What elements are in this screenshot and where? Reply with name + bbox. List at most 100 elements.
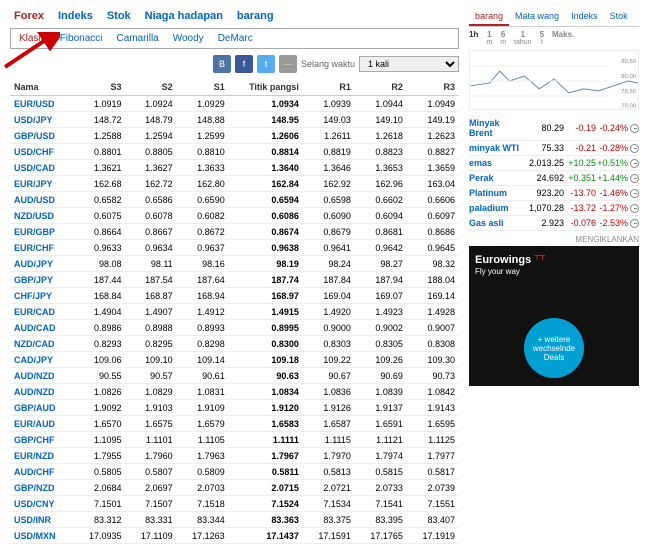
- pair-name[interactable]: AUD/NZD: [10, 368, 74, 384]
- instrument-pct: -0.24%: [596, 123, 628, 133]
- s2-cell: 17.1109: [126, 528, 177, 544]
- pair-name[interactable]: EUR/NZD: [10, 448, 74, 464]
- col-header[interactable]: R3: [407, 79, 459, 96]
- method-tab[interactable]: Fibonacci: [60, 33, 103, 44]
- pair-name[interactable]: USD/CAD: [10, 160, 74, 176]
- s2-cell: 162.72: [126, 176, 177, 192]
- share-vk-button[interactable]: B: [213, 55, 231, 73]
- method-tab[interactable]: DeMarc: [218, 33, 253, 44]
- s2-cell: 0.8667: [126, 224, 177, 240]
- col-header[interactable]: S1: [177, 79, 229, 96]
- timeframe-option[interactable]: Maks.: [552, 31, 574, 46]
- pair-name[interactable]: EUR/AUD: [10, 416, 74, 432]
- pair-name[interactable]: GBP/JPY: [10, 272, 74, 288]
- share-tw-button[interactable]: t: [257, 55, 275, 73]
- pair-name[interactable]: CHF/JPY: [10, 288, 74, 304]
- col-header[interactable]: R1: [303, 79, 355, 96]
- sidebar-tab[interactable]: Mata wang: [509, 8, 565, 26]
- instrument-row[interactable]: paladium 1,070.28 -13.72 -1.27%: [469, 201, 639, 216]
- pair-name[interactable]: EUR/CAD: [10, 304, 74, 320]
- method-tab[interactable]: Camarilla: [117, 33, 159, 44]
- asset-tab[interactable]: Forex: [14, 10, 44, 22]
- share-fb-button[interactable]: f: [235, 55, 253, 73]
- pair-name[interactable]: AUD/CAD: [10, 320, 74, 336]
- s2-cell: 83.331: [126, 512, 177, 528]
- r1-cell: 0.6598: [303, 192, 355, 208]
- r3-cell: 1.6595: [407, 416, 459, 432]
- pair-name[interactable]: EUR/GBP: [10, 224, 74, 240]
- pair-name[interactable]: EUR/CHF: [10, 240, 74, 256]
- sidebar-tab[interactable]: barang: [469, 8, 509, 26]
- pair-name[interactable]: NZD/USD: [10, 208, 74, 224]
- s1-cell: 83.344: [177, 512, 229, 528]
- asset-tab[interactable]: Niaga hadapan: [145, 10, 223, 22]
- instrument-row[interactable]: Minyak Brent 80.29 -0.19 -0.24%: [469, 116, 639, 141]
- pair-name[interactable]: AUD/CHF: [10, 464, 74, 480]
- interval-label: Selang waktu: [301, 59, 355, 69]
- instrument-row[interactable]: minyak WTI 75.33 -0.21 -0.28%: [469, 141, 639, 156]
- r2-cell: 187.94: [355, 272, 407, 288]
- instrument-pct: +1.44%: [596, 173, 628, 183]
- r2-cell: 0.8305: [355, 336, 407, 352]
- instrument-row[interactable]: Perak 24.692 +0.351 +1.44%: [469, 171, 639, 186]
- pair-name[interactable]: USD/INR: [10, 512, 74, 528]
- pair-name[interactable]: CAD/JPY: [10, 352, 74, 368]
- pivot-cell: 1.1111: [229, 432, 303, 448]
- ad-label: MENGIKLANKAN: [469, 235, 639, 244]
- pair-name[interactable]: USD/JPY: [10, 112, 74, 128]
- timeframe-option[interactable]: 1h: [469, 31, 478, 46]
- table-row: AUD/NZD 90.55 90.57 90.61 90.63 90.67 90…: [10, 368, 459, 384]
- interval-select[interactable]: 1 kali: [359, 56, 459, 72]
- asset-tab[interactable]: barang: [237, 10, 274, 22]
- instrument-name: paladium: [469, 203, 524, 213]
- col-header[interactable]: S3: [74, 79, 126, 96]
- timeframe-option[interactable]: 1tahun: [514, 31, 532, 46]
- instrument-row[interactable]: Platinum 923.20 -13.70 -1.46%: [469, 186, 639, 201]
- pair-name[interactable]: USD/CHF: [10, 144, 74, 160]
- r3-cell: 0.5817: [407, 464, 459, 480]
- table-row: AUD/CHF 0.5805 0.5807 0.5809 0.5811 0.58…: [10, 464, 459, 480]
- r3-cell: 0.6606: [407, 192, 459, 208]
- timeframe-option[interactable]: 5t: [540, 31, 544, 46]
- s1-cell: 1.9109: [177, 400, 229, 416]
- advertisement[interactable]: Eurowings ⸆⸆ Fly your way + weitere wech…: [469, 246, 639, 386]
- r1-cell: 0.9641: [303, 240, 355, 256]
- share-more-button[interactable]: ⋯: [279, 55, 297, 73]
- pair-name[interactable]: GBP/CHF: [10, 432, 74, 448]
- timeframe-option[interactable]: 6m: [500, 31, 506, 46]
- asset-tab[interactable]: Indeks: [58, 10, 93, 22]
- pair-name[interactable]: AUD/NZD: [10, 384, 74, 400]
- mini-chart[interactable]: 80,50 80,00 79,50 79,00: [469, 50, 639, 110]
- pair-name[interactable]: USD/CNY: [10, 496, 74, 512]
- col-header[interactable]: R2: [355, 79, 407, 96]
- pair-name[interactable]: NZD/CAD: [10, 336, 74, 352]
- pair-name[interactable]: GBP/NZD: [10, 480, 74, 496]
- method-tab[interactable]: Woody: [173, 33, 204, 44]
- table-row: EUR/USD 1.0919 1.0924 1.0929 1.0934 1.09…: [10, 96, 459, 112]
- pair-name[interactable]: EUR/USD: [10, 96, 74, 112]
- timeframe-option[interactable]: 1m: [486, 31, 492, 46]
- asset-tab[interactable]: Stok: [107, 10, 131, 22]
- instrument-change: -0.076: [564, 218, 596, 228]
- pivot-cell: 1.3640: [229, 160, 303, 176]
- sidebar-tab[interactable]: Stok: [604, 8, 634, 26]
- s1-cell: 2.0703: [177, 480, 229, 496]
- r2-cell: 1.6591: [355, 416, 407, 432]
- instrument-row[interactable]: Gas asli 2.923 -0.076 -2.53%: [469, 216, 639, 231]
- instrument-row[interactable]: emas 2.013.25 +10.25 +0.51%: [469, 156, 639, 171]
- instrument-value: 75.33: [524, 143, 564, 153]
- s1-cell: 1.0929: [177, 96, 229, 112]
- r2-cell: 1.7974: [355, 448, 407, 464]
- pair-name[interactable]: USD/MXN: [10, 528, 74, 544]
- pair-name[interactable]: AUD/JPY: [10, 256, 74, 272]
- pair-name[interactable]: AUD/USD: [10, 192, 74, 208]
- pair-name[interactable]: GBP/USD: [10, 128, 74, 144]
- pair-name[interactable]: EUR/JPY: [10, 176, 74, 192]
- sidebar-tab[interactable]: Indeks: [565, 8, 604, 26]
- col-header[interactable]: S2: [126, 79, 177, 96]
- col-header[interactable]: Nama: [10, 79, 74, 96]
- svg-text:79,50: 79,50: [621, 89, 636, 95]
- col-header[interactable]: Titik pangsi: [229, 79, 303, 96]
- s1-cell: 0.6590: [177, 192, 229, 208]
- pair-name[interactable]: GBP/AUD: [10, 400, 74, 416]
